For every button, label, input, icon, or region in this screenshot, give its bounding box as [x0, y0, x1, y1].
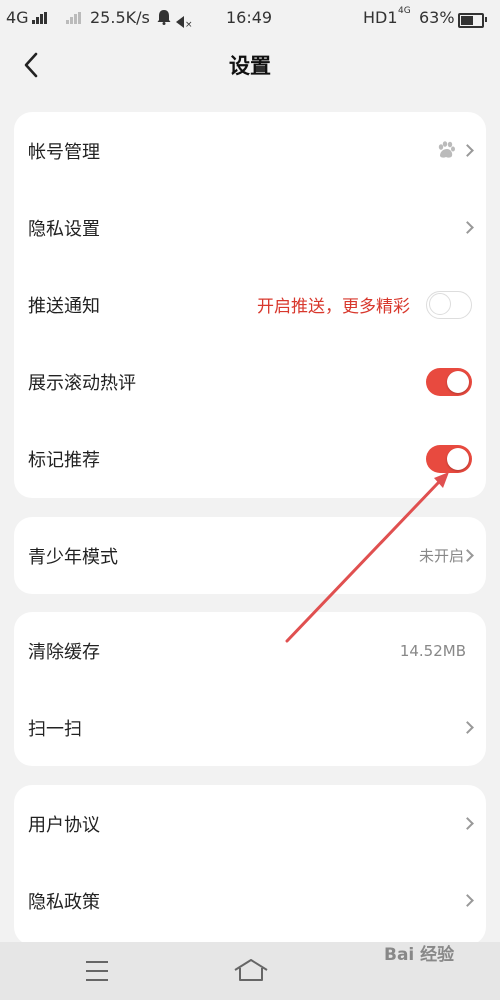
row-mark-recommend: 标记推荐	[14, 420, 486, 497]
row-label: 扫一扫	[28, 718, 82, 740]
row-label: 隐私政策	[28, 891, 100, 913]
chevron-right-icon	[461, 143, 474, 157]
row-label: 清除缓存	[28, 641, 100, 663]
mark-recommend-toggle[interactable]	[426, 444, 472, 473]
baidu-paw-icon	[436, 140, 456, 164]
hd-indicator: HD1	[363, 8, 398, 27]
chevron-right-icon	[461, 220, 474, 234]
settings-group-tools: 清除缓存 14.52MB 扫一扫	[14, 612, 486, 766]
row-teen-mode[interactable]: 青少年模式 未开启	[14, 517, 486, 594]
menu-icon[interactable]	[86, 961, 108, 981]
notification-icon	[157, 9, 171, 29]
network-speed: 25.5K/s	[90, 8, 150, 27]
clock: 16:49	[226, 8, 273, 27]
network-type: 4G	[6, 8, 29, 27]
scrolling-comments-toggle[interactable]	[426, 367, 472, 396]
row-label: 展示滚动热评	[28, 372, 136, 394]
battery-icon	[458, 11, 487, 30]
push-promo-text: 开启推送，更多精彩	[257, 297, 410, 317]
status-bar: 4G 25.5K/s × 16:49 HD1 4G 63%	[0, 0, 500, 36]
toggle-knob	[447, 447, 469, 470]
settings-group-teen: 青少年模式 未开启	[14, 517, 486, 594]
row-label: 推送通知	[28, 295, 100, 317]
row-privacy-policy[interactable]: 隐私政策	[14, 862, 486, 939]
chevron-right-icon	[461, 893, 474, 907]
row-privacy-settings[interactable]: 隐私设置	[14, 189, 486, 266]
chevron-right-icon	[461, 816, 474, 830]
chevron-right-icon	[461, 720, 474, 734]
network-type-secondary: 4G	[398, 6, 411, 16]
nav-bar: 设置	[0, 36, 500, 94]
toggle-knob	[447, 370, 469, 393]
row-label: 帐号管理	[28, 141, 100, 163]
toggle-knob	[429, 293, 451, 315]
row-label: 标记推荐	[28, 449, 100, 471]
row-scan[interactable]: 扫一扫	[14, 689, 486, 766]
settings-group-legal: 用户协议 隐私政策	[14, 785, 486, 945]
row-label: 隐私设置	[28, 218, 100, 240]
row-clear-cache[interactable]: 清除缓存 14.52MB	[14, 612, 486, 689]
row-account-management[interactable]: 帐号管理	[14, 112, 486, 189]
home-icon[interactable]	[233, 958, 269, 986]
teen-mode-status: 未开启	[418, 547, 464, 565]
watermark: Bai 经验	[384, 945, 455, 965]
row-show-scrolling-comments: 展示滚动热评	[14, 343, 486, 420]
mute-speaker-icon: ×	[176, 12, 193, 31]
push-notifications-toggle[interactable]	[426, 290, 472, 319]
row-label: 用户协议	[28, 814, 100, 836]
cache-size: 14.52MB	[399, 641, 466, 660]
battery-percent: 63%	[419, 8, 455, 27]
page-title: 设置	[229, 54, 271, 78]
row-user-agreement[interactable]: 用户协议	[14, 785, 486, 862]
row-push-notifications: 推送通知 开启推送，更多精彩	[14, 266, 486, 343]
signal-icon	[32, 12, 47, 24]
row-label: 青少年模式	[28, 546, 118, 568]
settings-group-account: 帐号管理 隐私设置 推送通知 开启推送，更多精彩 展示滚动热评 标记推荐	[14, 112, 486, 498]
signal-icon-secondary	[66, 12, 81, 24]
